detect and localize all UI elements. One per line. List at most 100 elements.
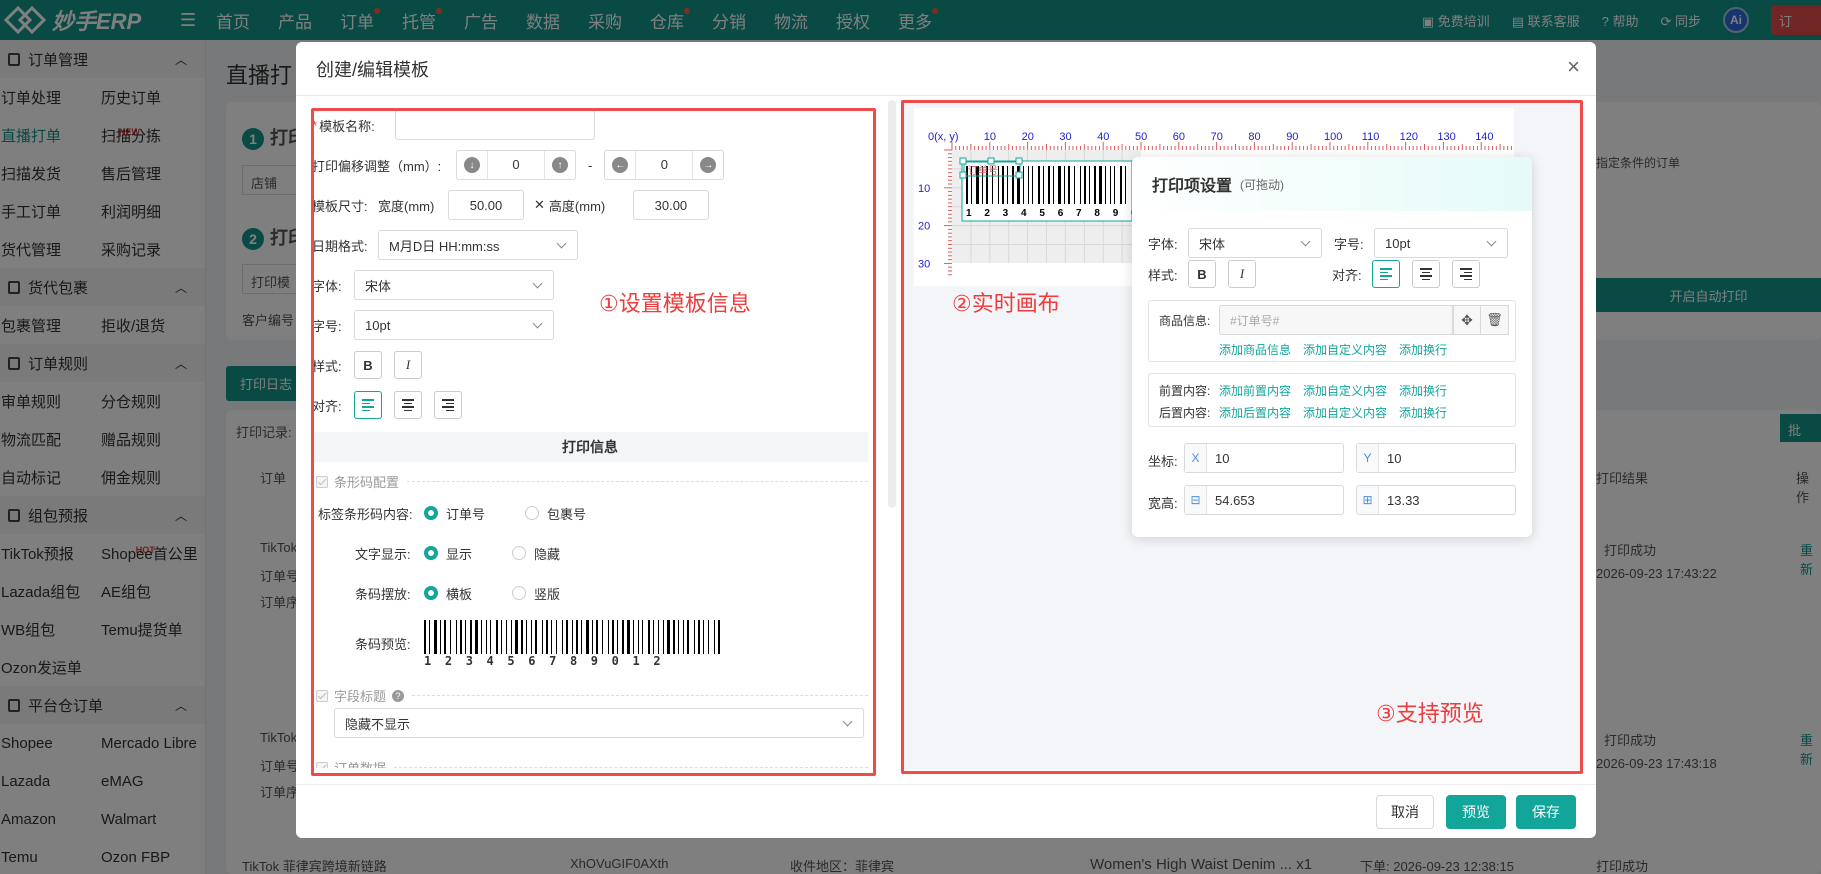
panel-size-select[interactable]: 10pt [1374,228,1508,258]
panel-header[interactable]: 打印项设置 (可拖动) [1132,157,1532,211]
font-select[interactable]: 宋体 [354,270,554,300]
template-name-input[interactable] [395,110,596,140]
font-size-select[interactable]: 10pt [354,310,554,340]
barcode-bar [1120,166,1122,204]
barcode-bar [1105,166,1106,204]
preview-button[interactable]: 预览 [1446,795,1506,829]
field-title-select[interactable]: 隐藏不显示 [334,708,864,738]
ruler-top-tick-label: 130 [1437,131,1455,143]
ruler-top-tick-label: 120 [1400,131,1418,143]
add-suffix-custom-link[interactable]: 添加自定义内容 [1303,404,1387,421]
add-prefix-link[interactable]: 添加前置内容 [1219,382,1291,399]
product-info-label: 商品信息: [1159,313,1211,328]
add-prefix-break-link[interactable]: 添加换行 [1399,382,1447,399]
panel-font-select[interactable]: 宋体 [1188,228,1322,258]
offset-x-decrease-icon[interactable]: ↓ [457,150,487,180]
height-input[interactable]: 30.00 [632,190,709,220]
offset-y-value[interactable]: 0 [635,151,694,179]
add-suffix-link[interactable]: 添加后置内容 [1219,404,1291,421]
w-value: 54.653 [1215,492,1255,508]
show-text-radio[interactable]: 显示 [424,544,472,563]
barcode-package-radio[interactable]: 包裹号 [525,504,586,523]
panel-align-right-icon[interactable] [1452,260,1480,288]
barcode-section-checkbox[interactable] [316,475,328,488]
modal-footer: 取消 预览 保存 [296,784,1596,838]
horizontal-radio[interactable]: 横板 [424,584,472,603]
barcode-bar [1068,166,1070,204]
ruler-top-tick-label: 110 [1362,131,1380,143]
close-icon[interactable]: × [1567,54,1580,80]
add-custom-content-link[interactable]: 添加自定义内容 [1303,341,1387,358]
add-product-info-link[interactable]: 添加商品信息 [1219,341,1291,358]
hide-text-radio[interactable]: 隐藏 [512,544,560,563]
barcode-bar [1012,166,1014,204]
radio-on-icon [424,546,438,560]
width-field[interactable]: ⊟ 54.653 [1184,485,1344,515]
resize-handle [959,157,967,165]
help-circle-icon[interactable]: ? [392,689,405,702]
order-data-checkbox[interactable] [316,761,328,768]
barcode-bar [1058,166,1061,204]
name-row: * 模板名称: [312,110,596,140]
offset-x-increase-icon[interactable]: ↑ [545,150,575,180]
offset-y-stepper[interactable]: ← 0 → [604,150,725,180]
height-field[interactable]: ⊞ 13.33 [1356,485,1516,515]
align-label: 对齐: [312,398,342,414]
left-scrollbar[interactable] [888,100,896,508]
add-prefix-custom-link[interactable]: 添加自定义内容 [1303,382,1387,399]
offset-x-value[interactable]: 0 [487,151,545,179]
width-input[interactable]: 50.00 [448,190,524,220]
bold-button[interactable]: B [354,351,382,379]
cancel-button[interactable]: 取消 [1376,795,1434,829]
add-line-break-link[interactable]: 添加换行 [1399,341,1447,358]
canvas-item-label: 订单号 [968,165,998,177]
barcode-digits: 1 2 3 4 5 6 7 8 9 0 1 2 [424,654,664,668]
x-coordinate-input[interactable]: X 10 [1184,443,1344,473]
product-info-box: 商品信息: #订单号# ✥ 🗑 添加商品信息 添加自定义内容 添加换行 [1148,300,1516,362]
move-icon[interactable]: ✥ [1453,305,1481,335]
align-left-icon[interactable] [354,391,382,419]
modal-header: 创建/编辑模板 [296,42,1596,96]
field-title-checkbox[interactable] [316,689,328,702]
radio-on-icon [424,506,438,520]
barcode-bar [1110,166,1111,204]
italic-button[interactable]: I [394,351,422,379]
align-right-icon[interactable] [434,391,462,419]
field-title-section-header: 字段标题? [316,686,868,705]
panel-bold-button[interactable]: B [1188,260,1216,288]
panel-align-center-icon[interactable] [1412,260,1440,288]
print-item-panel[interactable]: 打印项设置 (可拖动) 字体: 宋体 字号: 10pt 样式: B I 对齐: 商… [1132,157,1532,537]
product-info-input[interactable]: #订单号# [1219,305,1453,335]
callout-template-info: ①设置模板信息 [599,291,751,316]
panel-style-label: 样式: [1148,267,1178,283]
trash-icon[interactable]: 🗑 [1481,305,1509,335]
offset-x-stepper[interactable]: ↓ 0 ↑ [456,150,576,180]
ruler-top-tick-label: 80 [1248,131,1260,143]
panel-align-left-icon[interactable] [1372,260,1400,288]
vertical-radio[interactable]: 竖版 [512,584,560,603]
resize-handle [1015,157,1023,165]
align-center-icon[interactable] [394,391,422,419]
align-row: 对齐: [312,390,474,420]
offset-label: 打印偏移调整（mm）: [312,158,442,174]
panel-font-row: 字体: 宋体 字号: 10pt [1148,228,1508,258]
barcode-bar [1089,166,1090,204]
offset-y-increase-icon[interactable]: → [693,150,723,180]
ruler-left-tick-label: 20 [918,221,930,233]
text-display-row: 文字显示: 显示 隐藏 [355,538,600,568]
barcode-order-radio[interactable]: 订单号 [424,504,485,523]
panel-font-label: 字体: [1148,236,1178,252]
add-suffix-break-link[interactable]: 添加换行 [1399,404,1447,421]
barcode-content-row: 标签条形码内容: 订单号 包裹号 [318,498,626,528]
offset-y-decrease-icon[interactable]: ← [605,150,635,180]
y-coordinate-input[interactable]: Y 10 [1356,443,1516,473]
radio-off-icon [512,586,527,600]
panel-style-row: 样式: B I 对齐: [1148,259,1492,289]
product-links: 添加商品信息 添加自定义内容 添加换行 [1219,341,1459,358]
panel-italic-button[interactable]: I [1228,260,1256,288]
date-format-select[interactable]: M月D日 HH:mm:ss [378,230,578,260]
product-info-row: 商品信息: #订单号# ✥ 🗑 [1159,305,1509,335]
save-button[interactable]: 保存 [1516,795,1576,829]
font-size-label: 字号: [312,318,342,334]
y-prefix: Y [1357,444,1379,472]
